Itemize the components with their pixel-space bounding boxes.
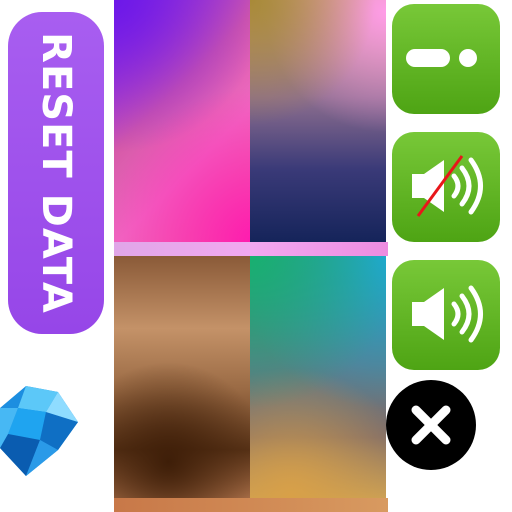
speaker-on-icon [412,285,483,343]
slider-toggle-button[interactable] [392,4,500,114]
reset-data-button[interactable]: RESET DATA [8,12,104,334]
palette-divider-strip [114,242,388,256]
reset-data-label: RESET DATA [33,32,79,314]
speaker-muted-icon [412,155,483,217]
sound-button[interactable] [392,260,500,370]
close-button[interactable] [386,380,476,470]
palette-swatch-4[interactable] [250,256,386,498]
palette-bottom-strip [114,498,388,512]
blue-gem-icon [0,386,78,476]
mute-button[interactable] [392,132,500,242]
close-icon [411,405,451,445]
palette-swatch-1[interactable] [114,0,250,242]
palette-swatch-3[interactable] [114,256,250,498]
palette-swatch-2[interactable] [250,0,386,242]
slider-toggle-icon [406,49,477,67]
